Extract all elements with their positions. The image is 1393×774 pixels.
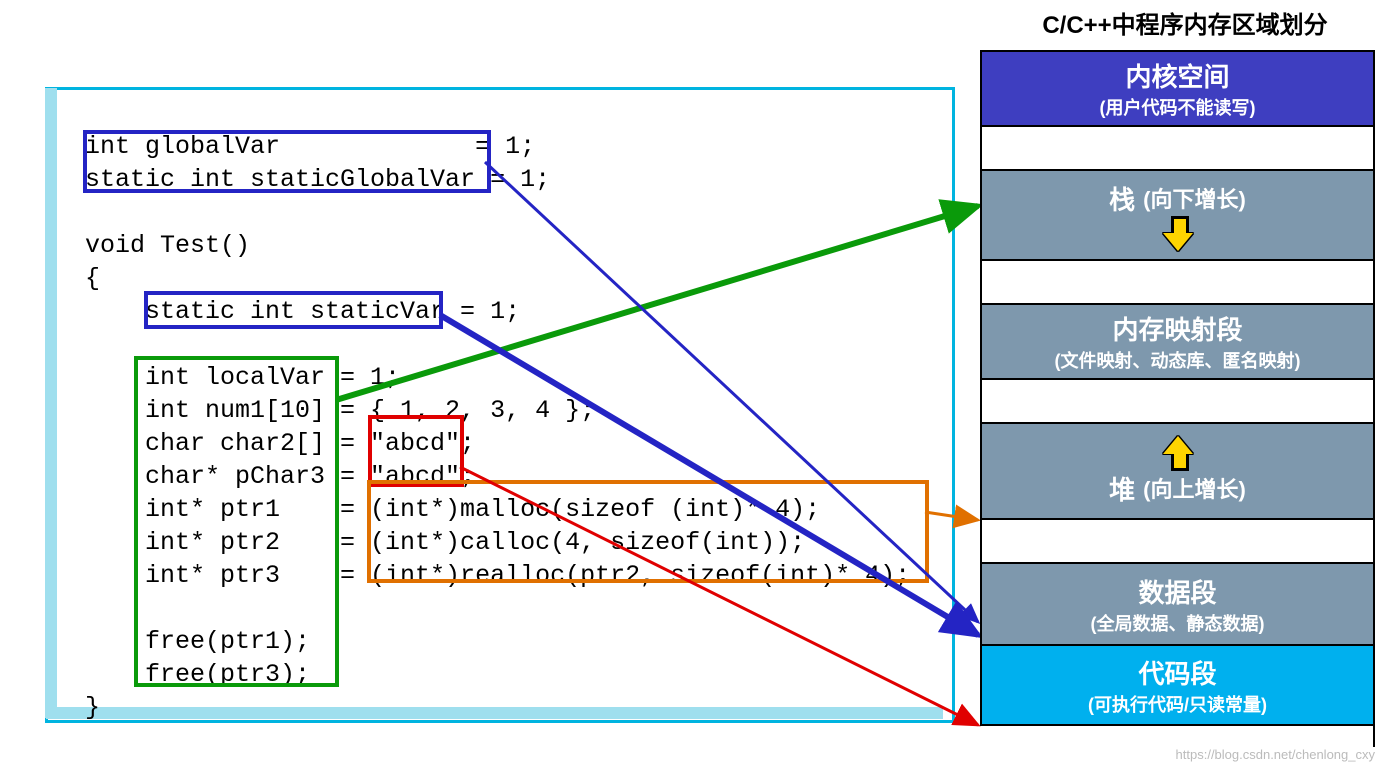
seg-mmap-sub: (文件映射、动态库、匿名映射) bbox=[1055, 347, 1301, 373]
seg-mmap-title: 内存映射段 bbox=[1112, 310, 1242, 347]
memory-layout-title: C/C++中程序内存区域划分 bbox=[1000, 5, 1370, 40]
seg-heap: 堆 (向上增长) bbox=[980, 422, 1373, 518]
seg-heap-sub: (向上增长) bbox=[1143, 472, 1246, 504]
seg-heap-title: 堆 bbox=[1109, 470, 1135, 507]
watermark: https://blog.csdn.net/chenlong_cxy bbox=[1176, 747, 1375, 762]
seg-text: 代码段 (可执行代码/只读常量) bbox=[980, 644, 1373, 726]
seg-kernel: 内核空间 (用户代码不能读写) bbox=[980, 50, 1373, 125]
seg-gap4 bbox=[980, 518, 1373, 562]
heap-up-arrow-icon bbox=[1163, 436, 1193, 470]
seg-data: 数据段 (全局数据、静态数据) bbox=[980, 562, 1373, 644]
code-listing: int globalVar = 1; static int staticGlob… bbox=[85, 130, 940, 724]
seg-kernel-sub: (用户代码不能读写) bbox=[1100, 94, 1256, 120]
seg-gap2 bbox=[980, 259, 1373, 303]
seg-stack: 栈 (向下增长) bbox=[980, 169, 1373, 259]
seg-stack-title: 栈 bbox=[1109, 180, 1135, 217]
code-shadow-left bbox=[45, 88, 57, 718]
seg-data-title: 数据段 bbox=[1138, 573, 1216, 610]
seg-gap3 bbox=[980, 378, 1373, 422]
seg-stack-sub: (向下增长) bbox=[1143, 182, 1246, 214]
seg-text-title: 代码段 bbox=[1138, 654, 1216, 691]
stack-down-arrow-icon bbox=[1163, 217, 1193, 251]
memory-layout-table: 内核空间 (用户代码不能读写) 栈 (向下增长) 内存映射段 (文件映射、动态库… bbox=[980, 50, 1375, 747]
seg-data-sub: (全局数据、静态数据) bbox=[1091, 610, 1265, 636]
seg-mmap: 内存映射段 (文件映射、动态库、匿名映射) bbox=[980, 303, 1373, 378]
seg-text-sub: (可执行代码/只读常量) bbox=[1088, 691, 1267, 717]
seg-gap1 bbox=[980, 125, 1373, 169]
seg-kernel-title: 内核空间 bbox=[1125, 57, 1229, 94]
